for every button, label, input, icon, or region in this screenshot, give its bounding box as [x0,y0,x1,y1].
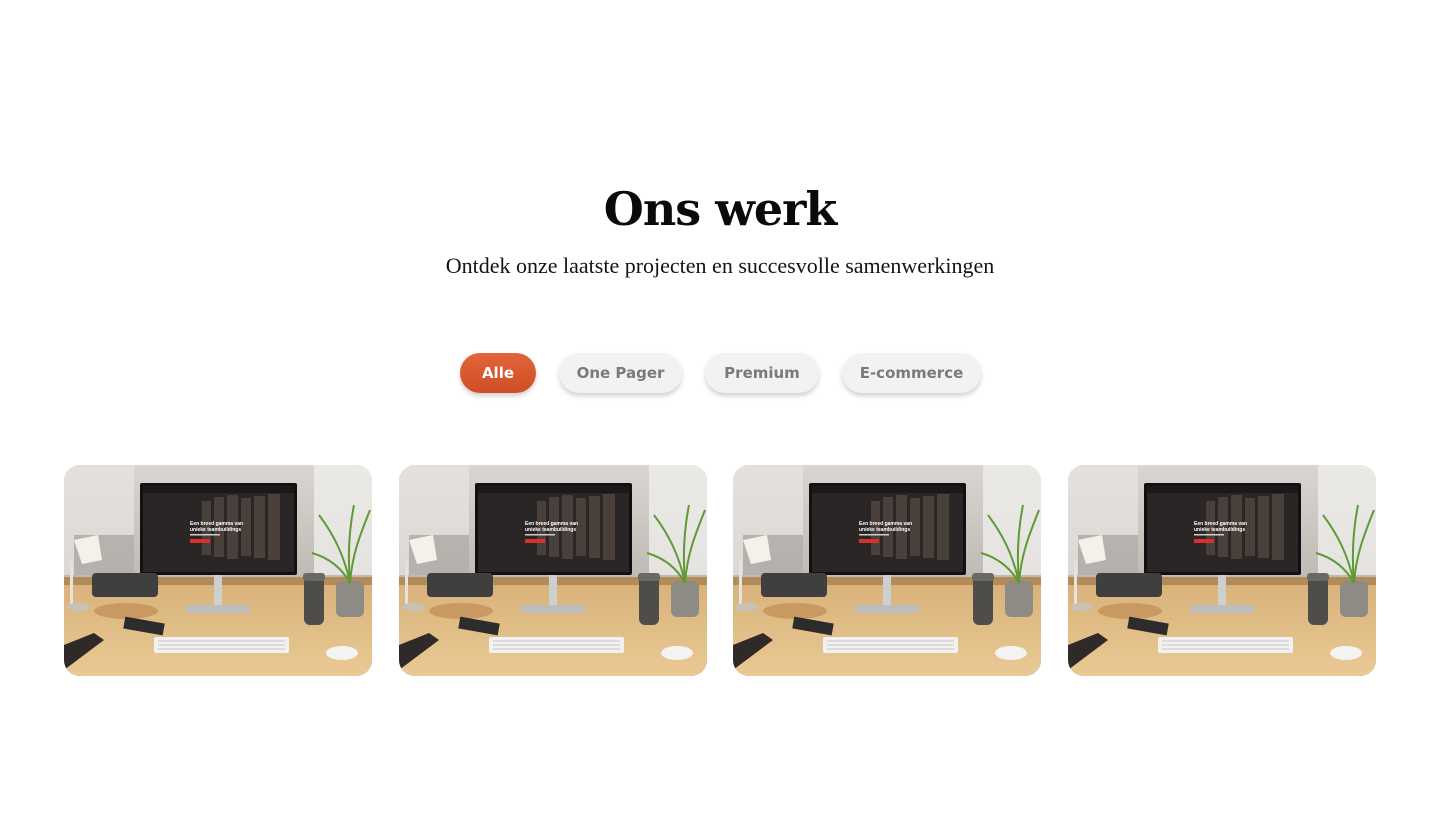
screen-headline: unieke teambuildings [525,527,576,533]
filter-one-pager[interactable]: One Pager [559,353,682,393]
screen-headline: unieke teambuildings [859,527,910,533]
project-image: Een breed gamma van unieke teambuildings [1068,465,1376,676]
project-card[interactable]: Een breed gamma van unieke teambuildings [733,465,1041,676]
filter-premium[interactable]: Premium [705,353,819,393]
section-subtitle: Ontdek onze laatste projecten en succesv… [445,253,995,278]
filter-alle[interactable]: Alle [460,353,536,393]
project-card[interactable]: Een breed gamma van unieke teambuildings [64,465,372,676]
project-card[interactable]: Een breed gamma van unieke teambuildings [399,465,707,676]
screen-headline: unieke teambuildings [1194,527,1245,533]
project-card[interactable]: Een breed gamma van unieke teambuildings [1068,465,1376,676]
section-title: Ons werk [603,182,837,236]
project-image: Een breed gamma van unieke teambuildings [64,465,372,676]
filter-bar: Alle One Pager Premium E-commerce [0,353,1440,393]
screen-headline: unieke teambuildings [190,527,241,533]
project-image: Een breed gamma van unieke teambuildings [733,465,1041,676]
filter-e-commerce[interactable]: E-commerce [842,353,981,393]
project-grid: Een breed gamma van unieke teambuildings [0,465,1440,676]
portfolio-section: Ons werk Ontdek onze laatste projecten e… [0,0,1440,828]
project-image: Een breed gamma van unieke teambuildings [399,465,707,676]
